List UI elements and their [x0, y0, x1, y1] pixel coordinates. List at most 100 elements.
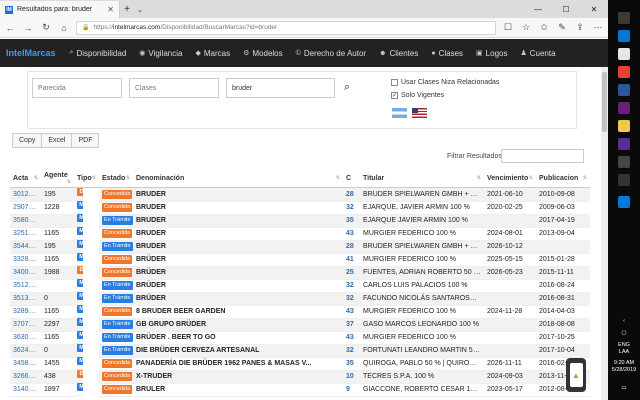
column-header[interactable]: Tipo ⇅ [74, 170, 99, 188]
nav-clases[interactable]: ● Clases [431, 49, 463, 58]
column-header[interactable]: Estado ⇅ [99, 170, 133, 188]
taskbar-app-icon[interactable] [618, 48, 630, 60]
home-icon[interactable]: ⌂ [58, 23, 70, 33]
android-app-button[interactable]: ▲ [566, 358, 586, 392]
notes-pen-icon[interactable]: ✎ [556, 22, 568, 33]
niza-checkbox[interactable] [391, 79, 398, 86]
table-row[interactable]: 36302181165M En TrámiteBRÜDER . BEER TO G… [10, 331, 590, 345]
clock[interactable]: 9:20 AM 5/28/2019 [608, 360, 640, 374]
tab-list-chevron-icon[interactable]: ⌄ [134, 1, 146, 18]
cell-clase[interactable]: 35 [343, 214, 360, 228]
vigentes-checkbox-row[interactable]: ✓ Solo Vigentes [391, 92, 444, 99]
scrollbar-thumb[interactable] [602, 72, 607, 132]
usa-flag-icon[interactable] [412, 108, 427, 118]
table-row[interactable]: 29074841228M ConcedidaBRUDER32EJARQUE, JA… [10, 201, 590, 215]
nav-modelos[interactable]: ⚙ Modelos [243, 49, 283, 58]
cell-clase[interactable]: 43 [343, 331, 360, 345]
cell-clase[interactable]: 43 [343, 227, 360, 241]
cell-clase[interactable]: 32 [343, 279, 360, 293]
table-row[interactable]: 3544108195M En TrámiteBRUDER28BRUDER SPIE… [10, 240, 590, 254]
close-window-icon[interactable]: ✕ [580, 0, 608, 18]
nav-disponibilidad[interactable]: ⌕ Disponibilidad [70, 49, 127, 58]
forward-icon[interactable]: → [22, 23, 34, 33]
table-row[interactable]: 33289451165M ConcedidaBRÜDER41MURGIER FED… [10, 253, 590, 267]
excel-button[interactable]: Excel [41, 133, 73, 148]
cell-clase[interactable]: 35 [343, 357, 360, 371]
taskbar-app-icon[interactable] [618, 84, 630, 96]
lang-indicator[interactable]: ENG LAA [608, 342, 640, 356]
reading-view-icon[interactable]: ☐ [502, 22, 514, 33]
table-row[interactable]: 37074772297M En TrámiteGB GRUPO BRÜDER37G… [10, 318, 590, 332]
cell-clase[interactable]: 41 [343, 253, 360, 267]
table-row[interactable]: 31401201897M ConcedidaBRULER9GIACCONE, RO… [10, 383, 590, 397]
sort-icon[interactable]: ⇅ [67, 179, 71, 185]
cell-acta[interactable]: 3513558 [10, 292, 41, 306]
table-row[interactable]: 3580088 M En TrámiteBRUDER35EJARQUE JAVIER… [10, 214, 590, 228]
table-row[interactable]: 3012379195D ConcedidaBRUDER28BRUDER SPIEL… [10, 187, 590, 202]
table-row[interactable]: 3512287 M En TrámiteBRÜDER32CARLOS LUIS PA… [10, 279, 590, 293]
sort-icon[interactable]: ⇅ [92, 175, 96, 181]
cell-acta[interactable]: 3289716 [10, 305, 41, 319]
cell-acta[interactable]: 3544108 [10, 240, 41, 254]
cell-acta[interactable]: 3400058 [10, 266, 41, 280]
more-menu-icon[interactable]: ⋯ [592, 22, 604, 33]
column-header[interactable]: Titular ⇅ [360, 170, 484, 188]
sort-icon[interactable]: ⇅ [583, 175, 587, 181]
cell-acta[interactable]: 3580088 [10, 214, 41, 228]
cell-clase[interactable]: 37 [343, 318, 360, 332]
sort-icon[interactable]: ⇅ [336, 175, 340, 181]
cell-acta[interactable]: 3630218 [10, 331, 41, 345]
table-row[interactable]: 3266064438D ConcedidaX-TRUDER10TECRES S.P… [10, 370, 590, 384]
browser-tab[interactable]: IM Resultados para: bruder ✕ [0, 1, 120, 18]
cell-acta[interactable]: 3458217 [10, 357, 41, 371]
argentina-flag-icon[interactable] [392, 108, 407, 118]
column-header[interactable]: C [343, 170, 360, 188]
cell-clase[interactable]: 28 [343, 187, 360, 202]
column-header[interactable]: Agente ⇅ [41, 170, 74, 188]
minimize-icon[interactable]: — [524, 0, 552, 18]
nav-vigilancia[interactable]: ◉ Vigilancia [139, 49, 182, 58]
edge-active-icon[interactable] [618, 196, 630, 208]
nav-marcas[interactable]: ◆ Marcas [195, 49, 230, 58]
sort-icon[interactable]: ⇅ [126, 175, 130, 181]
niza-checkbox-row[interactable]: Usar Clases Niza Relacionadas [391, 79, 499, 86]
column-header[interactable]: Vencimiento ⇅ [484, 170, 536, 188]
notification-icon[interactable]: ▭ [608, 385, 640, 392]
visual-studio-icon[interactable] [618, 102, 630, 114]
cell-acta[interactable]: 3328945 [10, 253, 41, 267]
cell-acta[interactable]: 2907484 [10, 201, 41, 215]
parecida-input[interactable]: Parecida [32, 78, 122, 98]
table-row[interactable]: 34000581988D ConcedidaBRÜDER25FUENTES, AD… [10, 266, 590, 280]
network-icon[interactable]: ▢ [608, 330, 640, 337]
search-button-icon[interactable]: ⌕ [344, 81, 350, 94]
column-header[interactable]: Acta ⇅ [10, 170, 41, 188]
taskbar-app-icon[interactable] [618, 156, 630, 168]
close-tab-icon[interactable]: ✕ [107, 5, 114, 14]
new-tab-icon[interactable]: + [120, 1, 134, 18]
column-header[interactable]: Publicacion ⇅ [536, 170, 590, 188]
cell-acta[interactable]: 3266064 [10, 370, 41, 384]
favorite-star-icon[interactable]: ☆ [520, 22, 532, 33]
cell-acta[interactable]: 3624292 [10, 344, 41, 358]
cell-acta[interactable]: 3707477 [10, 318, 41, 332]
cell-clase[interactable]: 32 [343, 292, 360, 306]
table-row[interactable]: 32897161165M Concedida8 BRUDER BEER GARDE… [10, 305, 590, 319]
table-row[interactable]: 36242920M En TrámiteDIE BRÜDER CERVEZA AR… [10, 344, 590, 358]
cell-acta[interactable]: 3012379 [10, 187, 41, 202]
page-scrollbar[interactable] [601, 67, 608, 400]
chrome-taskbar-icon[interactable] [618, 66, 630, 78]
cell-clase[interactable]: 28 [343, 240, 360, 254]
edge-taskbar-icon[interactable] [618, 30, 630, 42]
cell-acta[interactable]: 3512287 [10, 279, 41, 293]
taskbar-app-icon[interactable] [618, 174, 630, 186]
cell-clase[interactable]: 10 [343, 370, 360, 384]
table-row[interactable]: 32514681165M ConcedidaBRUDER43MURGIER FED… [10, 227, 590, 241]
sort-icon[interactable]: ⇅ [529, 175, 533, 181]
column-header[interactable]: Denominación ⇅ [133, 170, 343, 188]
table-row[interactable]: 34582171455M ConcedidaPANADERÍA DIE BRÜDE… [10, 357, 590, 371]
folder-icon[interactable] [618, 120, 630, 132]
url-field[interactable]: 🔒 https://intelmarcas.com/Disponibilidad… [76, 20, 496, 35]
nav-derecho-autor[interactable]: © Derecho de Autor [296, 49, 366, 58]
cell-clase[interactable]: 43 [343, 305, 360, 319]
taskbar-app-icon[interactable] [618, 138, 630, 150]
